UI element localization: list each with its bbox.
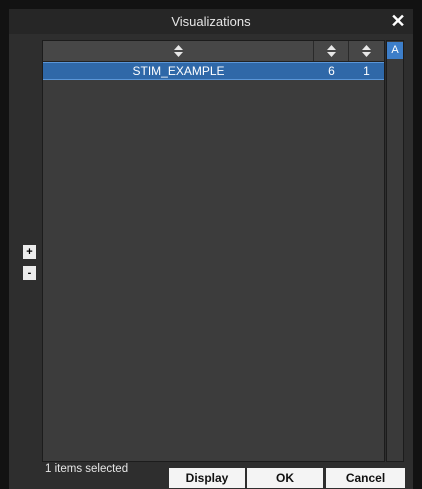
close-icon[interactable]: ✕ [387,10,409,32]
row-name-cell: STIM_EXAMPLE [132,64,225,78]
side-panel [386,40,404,462]
sort-updown-icon [173,45,183,57]
ok-button[interactable]: OK [247,468,323,488]
column-header-name[interactable] [43,41,314,61]
column-header-3[interactable] [349,41,384,61]
sort-updown-icon [362,45,371,57]
a-toggle-button[interactable]: A [387,42,403,59]
remove-button[interactable]: - [23,266,36,280]
row-count-cell: 6 [328,64,335,78]
title-bar[interactable]: Visualizations ✕ [9,9,413,34]
column-header-2[interactable] [314,41,349,61]
display-button[interactable]: Display [169,468,245,488]
table-header [43,41,384,62]
visualizations-dialog: Visualizations ✕ + - STIM_EXAMPLE 6 1 A … [9,9,413,489]
selection-status: 1 items selected [45,463,129,475]
row-value-cell: 1 [363,64,370,78]
visualizations-table: STIM_EXAMPLE 6 1 [42,40,385,462]
sort-updown-icon [326,45,336,57]
cancel-button[interactable]: Cancel [326,468,405,488]
dialog-title: Visualizations [171,14,251,29]
table-row[interactable]: STIM_EXAMPLE 6 1 [43,62,384,80]
add-button[interactable]: + [23,245,36,259]
